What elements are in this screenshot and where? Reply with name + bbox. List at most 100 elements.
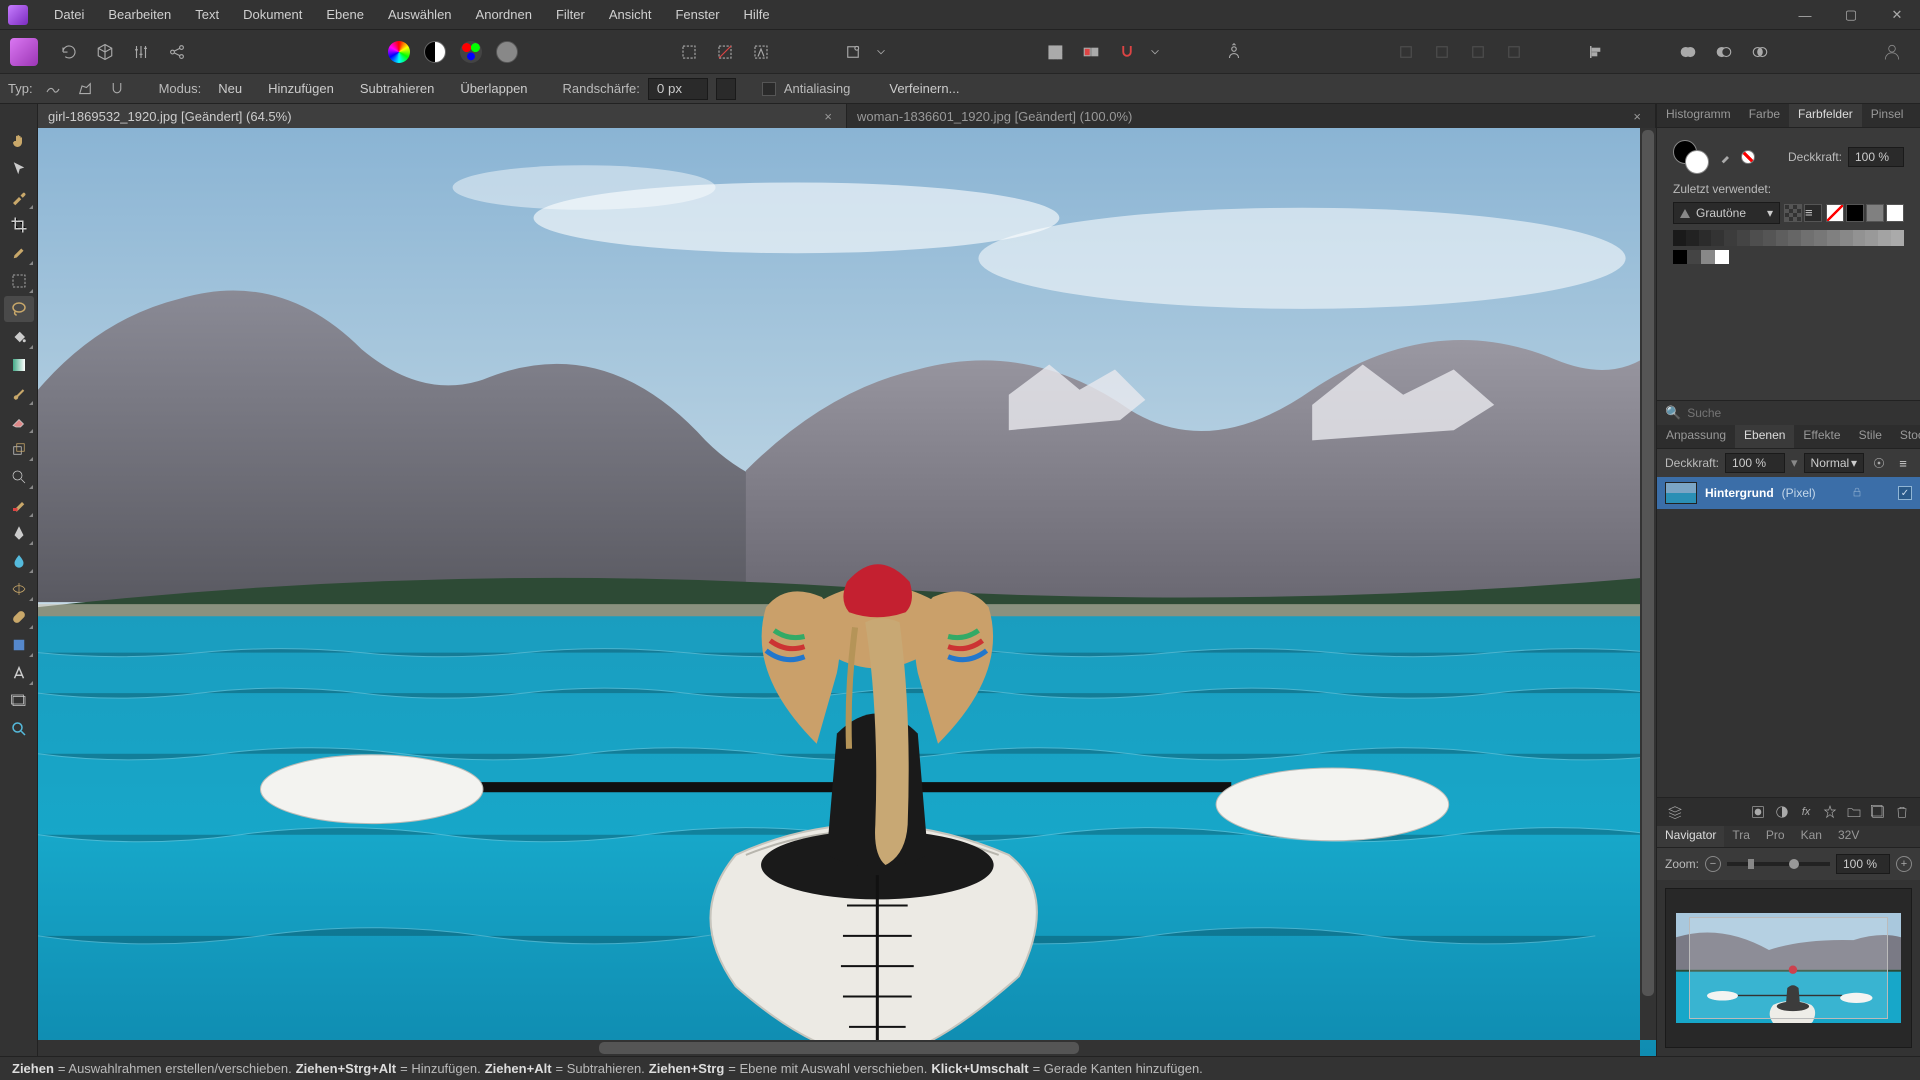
mode-int-button[interactable]: Überlappen <box>451 78 536 99</box>
swatch-none[interactable] <box>1826 204 1844 222</box>
mode-sub-button[interactable]: Subtrahieren <box>351 78 443 99</box>
swatch-cell[interactable] <box>1853 230 1866 246</box>
swatch-cell[interactable] <box>1776 230 1789 246</box>
swatch-cell[interactable] <box>1737 230 1750 246</box>
grid-icon[interactable] <box>1040 37 1070 67</box>
swatch-cell[interactable] <box>1878 230 1891 246</box>
fg-bg-color[interactable] <box>1673 140 1713 174</box>
mode-add-button[interactable]: Hinzufügen <box>259 78 343 99</box>
flood-fill-tool-icon[interactable] <box>4 324 34 350</box>
share-icon[interactable] <box>162 37 192 67</box>
brush-tool-icon[interactable] <box>4 380 34 406</box>
swatch-menu-icon[interactable]: ≡ <box>1804 204 1822 222</box>
polygon-type-icon[interactable] <box>73 78 97 100</box>
horizontal-scrollbar[interactable] <box>38 1040 1640 1056</box>
refine-button[interactable]: Verfeinern... <box>880 78 968 99</box>
zoom-value-input[interactable] <box>1836 854 1890 874</box>
grey-gradient-strip[interactable] <box>1673 230 1904 246</box>
align-box4[interactable] <box>1499 37 1529 67</box>
nav-tab-32v[interactable]: 32V <box>1830 826 1867 847</box>
swatch-cell[interactable] <box>1686 230 1699 246</box>
mask-icon[interactable] <box>1748 802 1768 822</box>
zoom-tool-icon[interactable] <box>4 716 34 742</box>
maximize-button[interactable]: ▢ <box>1828 0 1874 30</box>
grey-swatches-row[interactable] <box>1665 250 1912 272</box>
assistant-icon[interactable] <box>1219 37 1249 67</box>
crop-tool-icon[interactable] <box>4 212 34 238</box>
layer-menu-icon[interactable]: ≡ <box>1894 454 1912 472</box>
swatch-cell[interactable] <box>1711 230 1724 246</box>
align-box2[interactable] <box>1427 37 1457 67</box>
eyedropper-mini-icon[interactable] <box>1719 148 1735 167</box>
add-layer-icon[interactable] <box>1868 802 1888 822</box>
panel-tab-styles[interactable]: Stile <box>1850 425 1891 448</box>
menu-anordnen[interactable]: Anordnen <box>464 2 544 27</box>
crop-dropdown[interactable] <box>874 37 888 67</box>
navigator-preview[interactable] <box>1665 888 1912 1048</box>
crop-layer-icon[interactable] <box>1820 802 1840 822</box>
pen-tool-icon[interactable] <box>4 520 34 546</box>
swatch-cell[interactable] <box>1687 250 1701 264</box>
hand-tool-icon[interactable] <box>4 128 34 154</box>
zoom-out-button[interactable]: − <box>1705 856 1721 872</box>
nav-tab-transform[interactable]: Tra <box>1724 826 1758 847</box>
swatch-black[interactable] <box>1846 204 1864 222</box>
magnetic-type-icon[interactable] <box>105 78 129 100</box>
swatch-white[interactable] <box>1886 204 1904 222</box>
minimize-button[interactable]: — <box>1782 0 1828 30</box>
swatch-cell[interactable] <box>1673 250 1687 264</box>
menu-ebene[interactable]: Ebene <box>314 2 376 27</box>
compare-icon[interactable] <box>1076 37 1106 67</box>
layer-fx-icon[interactable] <box>1870 454 1888 472</box>
vertical-scrollbar[interactable] <box>1640 128 1656 1040</box>
panel-tab-swatches[interactable]: Farbfelder <box>1789 104 1862 127</box>
grey-circle-icon[interactable] <box>492 37 522 67</box>
palette-select[interactable]: Grautöne ▾ <box>1673 202 1780 224</box>
menu-hilfe[interactable]: Hilfe <box>732 2 782 27</box>
lasso-tool-icon[interactable] <box>4 296 34 322</box>
document-tab-1[interactable]: girl-1869532_1920.jpg [Geändert] (64.5%)… <box>38 104 847 128</box>
freehand-type-icon[interactable] <box>41 78 65 100</box>
boolean-int-icon[interactable] <box>1745 37 1775 67</box>
panel-tab-effects[interactable]: Effekte <box>1794 425 1849 448</box>
gradient-tool-icon[interactable] <box>4 352 34 378</box>
nav-tab-protocol[interactable]: Pro <box>1758 826 1793 847</box>
erase-tool-icon[interactable] <box>4 408 34 434</box>
adjustment-icon[interactable] <box>1772 802 1792 822</box>
menu-bearbeiten[interactable]: Bearbeiten <box>96 2 183 27</box>
selection-diag-icon[interactable] <box>710 37 740 67</box>
panel-tab-brushes[interactable]: Pinsel <box>1862 104 1913 127</box>
menu-fenster[interactable]: Fenster <box>663 2 731 27</box>
none-swatch-mini[interactable] <box>1741 150 1755 164</box>
panel-tab-layers[interactable]: Ebenen <box>1735 425 1794 448</box>
layer-stack-icon[interactable] <box>1665 802 1685 822</box>
swatch-cell[interactable] <box>1673 230 1686 246</box>
panel-tab-adjustment[interactable]: Anpassung <box>1657 425 1735 448</box>
reload-icon[interactable] <box>54 37 84 67</box>
layer-opacity-input[interactable] <box>1725 453 1785 473</box>
blend-mode-select[interactable]: Normal▾ <box>1804 453 1864 473</box>
selection-brush-tool-icon[interactable] <box>4 240 34 266</box>
menu-auswaehlen[interactable]: Auswählen <box>376 2 464 27</box>
swatch-cell[interactable] <box>1715 250 1729 264</box>
feather-input[interactable] <box>648 78 708 100</box>
boolean-add-icon[interactable] <box>1673 37 1703 67</box>
layer-visible-checkbox[interactable]: ✓ <box>1898 486 1912 500</box>
zoom-in-button[interactable]: + <box>1896 856 1912 872</box>
swatch-cell[interactable] <box>1814 230 1827 246</box>
menu-ansicht[interactable]: Ansicht <box>597 2 664 27</box>
menu-text[interactable]: Text <box>183 2 231 27</box>
background-color[interactable] <box>1685 150 1709 174</box>
persona-photo-icon[interactable] <box>10 38 38 66</box>
swatch-cell[interactable] <box>1724 230 1737 246</box>
equalizer-icon[interactable] <box>126 37 156 67</box>
account-icon[interactable] <box>1878 38 1906 66</box>
selection-rect-icon[interactable] <box>674 37 704 67</box>
zoom-slider[interactable] <box>1727 862 1830 866</box>
folder-icon[interactable] <box>1844 802 1864 822</box>
align-box1[interactable] <box>1391 37 1421 67</box>
canvas[interactable] <box>38 128 1656 1056</box>
marquee-tool-icon[interactable] <box>4 268 34 294</box>
quick-mask-icon[interactable] <box>746 37 776 67</box>
panel-tab-color[interactable]: Farbe <box>1740 104 1789 127</box>
